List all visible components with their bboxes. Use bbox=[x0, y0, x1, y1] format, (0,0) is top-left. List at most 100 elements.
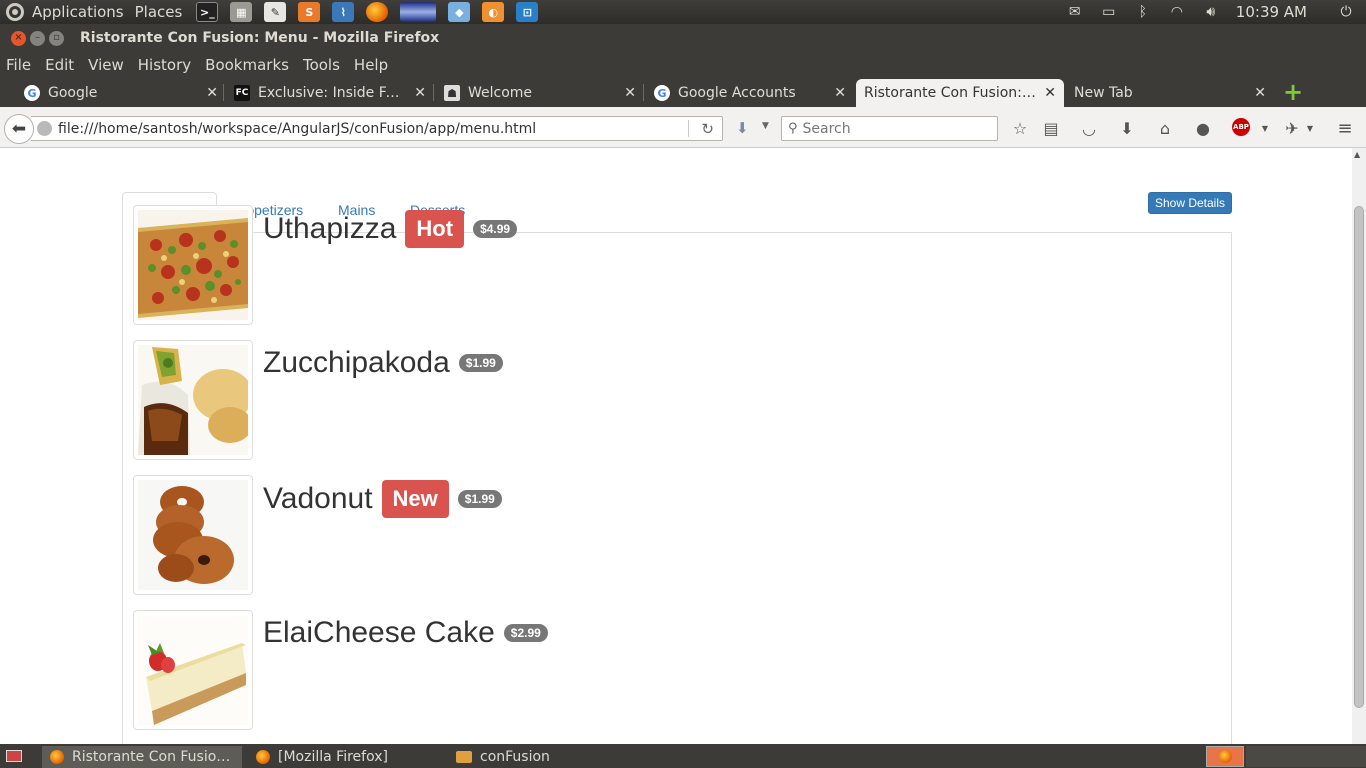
workspace-switcher[interactable] bbox=[1206, 746, 1244, 767]
dish-name: Vadonut bbox=[263, 482, 373, 515]
wifi-icon[interactable]: ◠ bbox=[1167, 4, 1187, 20]
eclipse-launcher-icon[interactable]: ◐ bbox=[482, 2, 505, 22]
ubuntu-logo-icon[interactable] bbox=[6, 3, 24, 21]
workspace-switcher-empty[interactable] bbox=[1246, 746, 1366, 767]
url-bar[interactable]: ↻ bbox=[31, 116, 723, 141]
tab-label: New Tab bbox=[1074, 85, 1133, 101]
welcome-icon: ☗ bbox=[444, 85, 460, 101]
ubuntu-top-panel: Applications Places >_ ▦ ✎ S ⌇ ◆ ◐ ⊡ ✉ ▭… bbox=[0, 0, 1366, 24]
dish-thumbnail[interactable] bbox=[133, 610, 253, 730]
battery-icon[interactable]: ▭ bbox=[1099, 4, 1119, 20]
google-icon: G bbox=[654, 85, 670, 101]
browser-tab-exclusive[interactable]: FC Exclusive: Inside Fac… ✕ bbox=[234, 79, 430, 107]
window-minimize-button[interactable]: – bbox=[30, 30, 45, 46]
workspace-launcher-icon[interactable] bbox=[400, 2, 437, 22]
dish-thumbnail[interactable] bbox=[133, 475, 253, 595]
dish-name: Uthapizza bbox=[263, 212, 397, 245]
adblock-dropdown-icon[interactable]: ▼ bbox=[1255, 118, 1275, 138]
vertical-scrollbar[interactable]: ▲ bbox=[1352, 148, 1366, 744]
show-desktop-icon[interactable] bbox=[6, 750, 22, 762]
calculator-launcher-icon[interactable]: ▦ bbox=[230, 2, 253, 22]
menu-view[interactable]: View bbox=[88, 56, 124, 74]
volume-icon[interactable]: 🔊︎ bbox=[1201, 4, 1221, 20]
tab-close-icon[interactable]: ✕ bbox=[1044, 85, 1056, 101]
pocket-icon[interactable]: ◡ bbox=[1079, 118, 1099, 138]
window-maximize-button[interactable]: ▫ bbox=[49, 30, 64, 46]
terminal-launcher-icon[interactable]: >_ bbox=[196, 2, 219, 22]
uthapizza-image bbox=[138, 210, 248, 320]
menu-file[interactable]: File bbox=[6, 56, 31, 74]
tab-strip: G Google ✕ FC Exclusive: Inside Fac… ✕ ☗… bbox=[0, 78, 1366, 107]
tab-label: Google Accounts bbox=[678, 85, 796, 101]
sublime-launcher-icon[interactable]: S bbox=[298, 2, 321, 22]
menu-tools[interactable]: Tools bbox=[303, 56, 340, 74]
download-arrow-icon[interactable]: ⬇ bbox=[736, 119, 749, 137]
places-menu[interactable]: Places bbox=[135, 0, 183, 24]
applications-menu[interactable]: Applications bbox=[32, 0, 124, 24]
taskbar-item-mozilla-firefox[interactable]: [Mozilla Firefox] bbox=[248, 746, 444, 768]
back-button[interactable]: ⬅ bbox=[4, 114, 34, 144]
globe-icon[interactable] bbox=[37, 121, 52, 136]
window-close-button[interactable]: × bbox=[11, 30, 26, 46]
menubar: File Edit View History Bookmarks Tools H… bbox=[0, 52, 1366, 78]
text-editor-launcher-icon[interactable]: ✎ bbox=[264, 2, 287, 22]
hot-label: Hot bbox=[405, 210, 465, 248]
tab-close-icon[interactable]: ✕ bbox=[1254, 85, 1266, 101]
taskbar-item-ristorante[interactable]: Ristorante Con Fusio… bbox=[42, 746, 242, 768]
clock[interactable]: 10:39 AM bbox=[1236, 3, 1307, 21]
scroll-up-arrow-icon[interactable]: ▲ bbox=[1354, 150, 1360, 159]
browser-tab-google-accounts[interactable]: G Google Accounts ✕ bbox=[654, 79, 850, 107]
menu-bookmarks[interactable]: Bookmarks bbox=[205, 56, 289, 74]
dish-thumbnail[interactable] bbox=[133, 340, 253, 460]
power-icon[interactable]: ⏻ bbox=[1336, 4, 1356, 20]
downloads-icon[interactable]: ⬇ bbox=[1117, 118, 1137, 138]
price-badge: $4.99 bbox=[473, 220, 518, 238]
search-bar[interactable]: ⚲ bbox=[781, 116, 998, 141]
taskbar-item-confusion[interactable]: conFusion bbox=[448, 746, 644, 768]
tab-close-icon[interactable]: ✕ bbox=[624, 85, 636, 101]
url-input[interactable] bbox=[58, 120, 678, 137]
tab-close-icon[interactable]: ✕ bbox=[414, 85, 426, 101]
scrollbar-thumb[interactable] bbox=[1354, 206, 1364, 708]
screenshot-launcher-icon[interactable]: ⊡ bbox=[516, 2, 539, 22]
browser-tab-ristorante[interactable]: Ristorante Con Fusion: … ✕ bbox=[856, 79, 1064, 107]
bookmark-star-icon[interactable]: ☆ bbox=[1010, 118, 1030, 138]
browser-tab-welcome[interactable]: ☗ Welcome ✕ bbox=[444, 79, 640, 107]
page-viewport: The Menu Appetizers Mains Desserts Show … bbox=[0, 148, 1352, 744]
reload-icon[interactable]: ↻ bbox=[701, 120, 714, 138]
dish-thumbnail[interactable] bbox=[133, 205, 253, 325]
navigation-toolbar: ↻ ⬅ ⬇ ▼ ⚲ ☆ ▤ ◡ ⬇ ⌂ ● ABP ▼ ✈ ▼ ≡ bbox=[0, 107, 1366, 148]
zucchipakoda-image bbox=[138, 345, 248, 455]
hamburger-menu-icon[interactable]: ≡ bbox=[1335, 118, 1355, 139]
menu-history[interactable]: History bbox=[138, 56, 191, 74]
firefox-icon bbox=[1218, 750, 1232, 763]
browser-tab-google[interactable]: G Google ✕ bbox=[24, 79, 222, 107]
extension-dropdown-icon[interactable]: ▼ bbox=[1300, 118, 1320, 138]
show-details-button[interactable]: Show Details bbox=[1147, 192, 1232, 214]
search-input[interactable] bbox=[802, 120, 983, 137]
price-badge: $1.99 bbox=[457, 490, 502, 508]
bookmarks-menu-icon[interactable]: ▤ bbox=[1041, 118, 1061, 138]
dropdown-arrow-icon[interactable]: ▼ bbox=[762, 121, 769, 131]
tab-close-icon[interactable]: ✕ bbox=[206, 85, 218, 101]
virtualbox-launcher-icon[interactable]: ◆ bbox=[448, 2, 471, 22]
home-icon[interactable]: ⌂ bbox=[1155, 118, 1175, 138]
vadonut-image bbox=[138, 480, 248, 590]
system-monitor-launcher-icon[interactable]: ⌇ bbox=[332, 2, 355, 22]
menu-help[interactable]: Help bbox=[354, 56, 388, 74]
browser-tab-new-tab[interactable]: New Tab ✕ bbox=[1074, 79, 1270, 107]
taskbar-item-label: conFusion bbox=[480, 749, 550, 765]
mail-icon[interactable]: ✉ bbox=[1065, 4, 1085, 20]
tab-close-icon[interactable]: ✕ bbox=[834, 85, 846, 101]
firefox-launcher-icon[interactable] bbox=[366, 2, 389, 22]
chat-icon[interactable]: ● bbox=[1193, 118, 1213, 138]
dish-heading: Zucchipakoda $1.99 bbox=[263, 345, 503, 381]
extension-icon[interactable]: ✈ bbox=[1282, 118, 1302, 138]
adblock-plus-icon[interactable]: ABP bbox=[1232, 118, 1250, 136]
new-tab-plus-icon[interactable]: + bbox=[1282, 80, 1304, 104]
dish-name: Zucchipakoda bbox=[263, 346, 450, 379]
menu-edit[interactable]: Edit bbox=[45, 56, 74, 74]
bottom-taskbar: Ristorante Con Fusio… [Mozilla Firefox] … bbox=[0, 744, 1366, 768]
menu-tab-content: Uthapizza Hot $4.99 Zucchipakoda $1.99 V… bbox=[122, 205, 1232, 744]
bluetooth-icon[interactable]: ᛒ bbox=[1133, 4, 1153, 20]
